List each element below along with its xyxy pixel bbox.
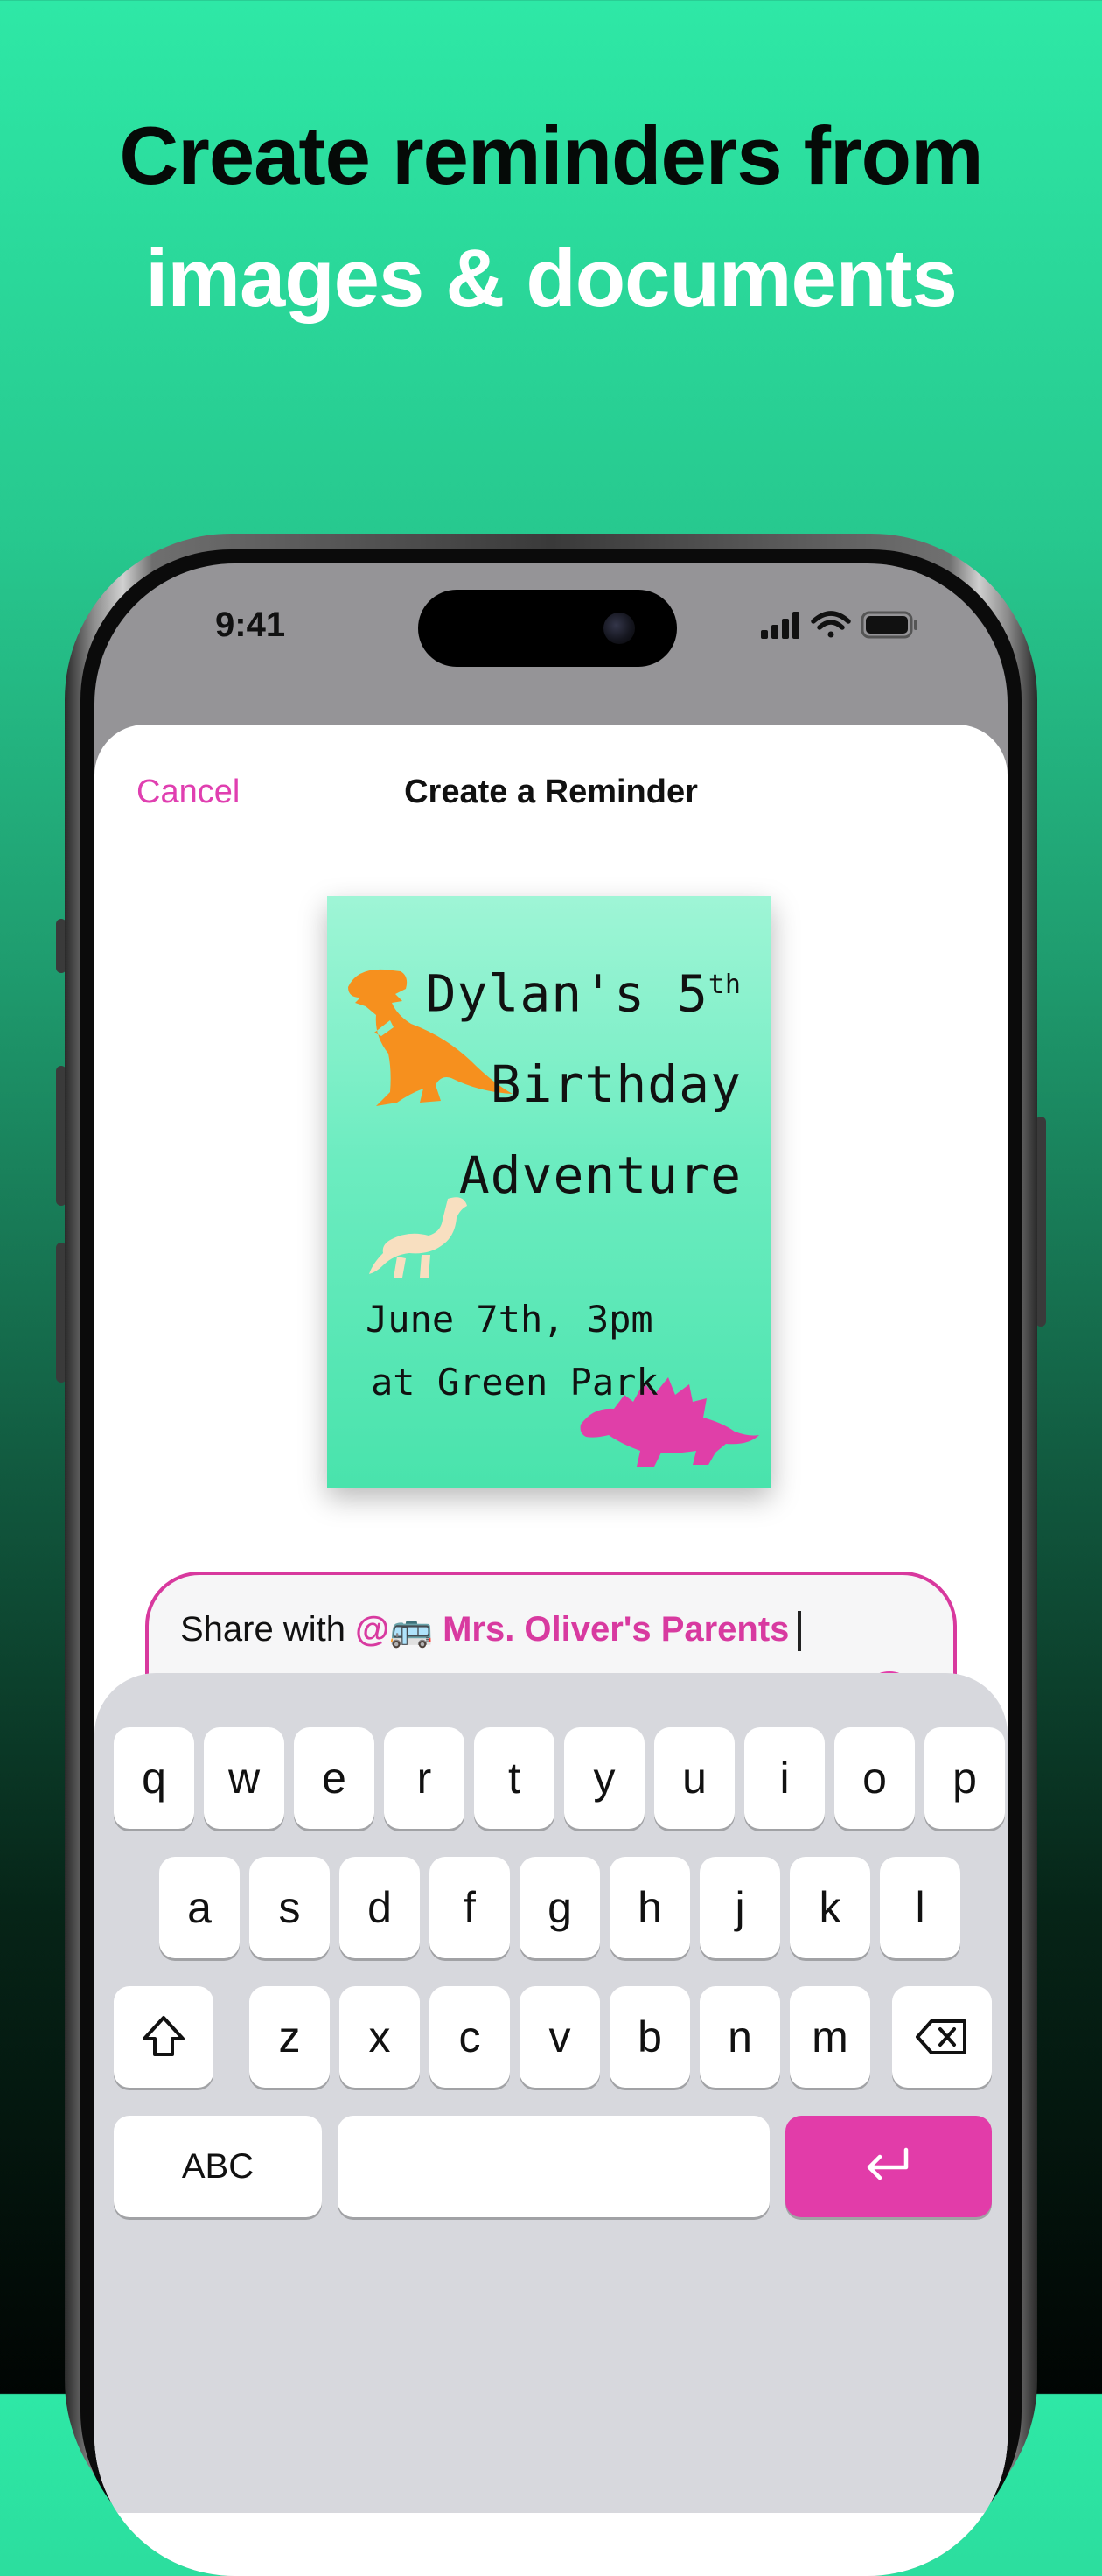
key-i[interactable]: i [744,1727,825,1829]
key-m[interactable]: m [790,1986,870,2088]
invitation-date: June 7th, 3pm [366,1298,653,1340]
mention-token[interactable]: @🚌 Mrs. Oliver's Parents [355,1610,789,1648]
key-e[interactable]: e [294,1727,374,1829]
key-v[interactable]: v [520,1986,600,2088]
key-s[interactable]: s [249,1857,330,1958]
key-a[interactable]: a [159,1857,240,1958]
return-key[interactable] [785,2116,992,2217]
key-f[interactable]: f [429,1857,510,1958]
key-g[interactable]: g [520,1857,600,1958]
text-caret [798,1611,802,1652]
key-o[interactable]: o [834,1727,915,1829]
invitation-title: Dylan's 5th Birthday Adventure [426,940,742,1221]
dynamic-island [418,590,677,667]
key-l[interactable]: l [880,1857,960,1958]
invitation-title-line3: Adventure [458,1145,742,1206]
key-d[interactable]: d [339,1857,420,1958]
delete-key[interactable] [892,1986,992,2088]
key-y[interactable]: y [564,1727,645,1829]
key-w[interactable]: w [204,1727,284,1829]
key-n[interactable]: n [700,1986,780,2088]
key-j[interactable]: j [700,1857,780,1958]
headline: Create reminders from images & documents [0,94,1102,340]
key-c[interactable]: c [429,1986,510,2088]
invitation-title-line2: Birthday [490,1054,742,1115]
backspace-icon [916,2020,966,2054]
invitation-details: June 7th, 3pm at Green Park [366,1288,659,1414]
cancel-button[interactable]: Cancel [136,774,240,811]
abc-key[interactable]: ABC [114,2116,322,2217]
key-u[interactable]: u [654,1727,735,1829]
bus-emoji-icon: 🚌 [389,1610,433,1648]
keyboard: q w e r t y u i o p a s d f g h j k l z … [94,1673,1008,2513]
key-p[interactable]: p [924,1727,1005,1829]
mention-name: Mrs. Oliver's Parents [443,1610,790,1648]
key-h[interactable]: h [610,1857,690,1958]
key-k[interactable]: k [790,1857,870,1958]
headline-line1: Create reminders from [119,109,983,201]
invitation-image: Dylan's 5th Birthday Adventure June 7th,… [327,896,771,1488]
composer-prefix: Share with [180,1610,356,1648]
composer-input[interactable]: Share with @🚌 Mrs. Oliver's Parents [180,1608,802,1652]
shift-icon [143,2016,185,2056]
status-time: 9:41 [215,606,286,644]
signal-icon [761,612,799,639]
camera-icon [603,612,635,644]
key-x[interactable]: x [339,1986,420,2088]
mention-at: @ [355,1610,390,1648]
key-r[interactable]: r [384,1727,464,1829]
phone-screen: 9:41 Create a Reminder Cancel Dylan's 5t… [94,564,1008,2576]
key-t[interactable]: t [474,1727,554,1829]
headline-line2: images & documents [145,232,957,324]
shift-key[interactable] [114,1986,213,2088]
wifi-icon [811,611,851,638]
key-b[interactable]: b [610,1986,690,2088]
invitation-place: at Green Park [371,1361,659,1404]
return-icon [867,2147,909,2180]
battery-icon [861,611,917,639]
key-z[interactable]: z [249,1986,330,2088]
invitation-title-line1: Dylan's 5 [425,963,708,1024]
invitation-title-sup: th [708,970,742,1000]
space-key[interactable] [338,2116,770,2217]
status-icons [761,611,917,639]
key-q[interactable]: q [114,1727,194,1829]
